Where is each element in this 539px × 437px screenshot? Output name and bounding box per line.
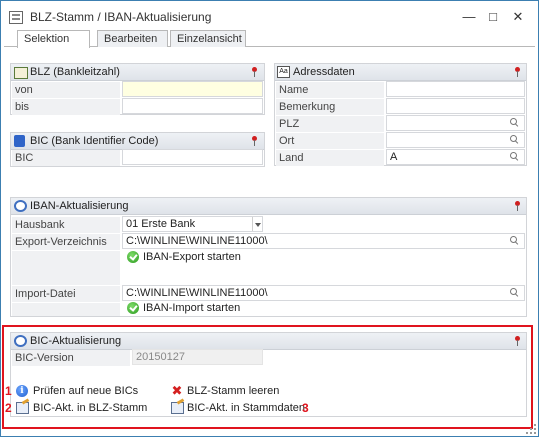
tab-selektion[interactable]: Selektion xyxy=(17,30,90,48)
tab-label: Bearbeiten xyxy=(104,33,158,45)
search-icon[interactable] xyxy=(510,236,519,245)
von-label: von xyxy=(12,82,120,98)
export-label-fill xyxy=(12,251,120,285)
search-icon[interactable] xyxy=(510,118,519,127)
bemerkung-label: Bemerkung xyxy=(276,99,384,115)
bic-input[interactable] xyxy=(122,149,263,165)
plz-label: PLZ xyxy=(276,116,384,132)
iban-import-button[interactable]: IBAN-Import starten xyxy=(143,301,240,315)
bank-code-icon xyxy=(14,67,28,79)
search-icon[interactable] xyxy=(510,135,519,144)
chevron-down-icon[interactable] xyxy=(252,217,262,231)
bemerkung-input[interactable] xyxy=(386,98,525,114)
window-title: BLZ-Stamm / IBAN-Aktualisierung xyxy=(30,10,212,24)
pin-icon[interactable] xyxy=(514,201,522,211)
name-label: Name xyxy=(276,82,384,98)
import-label-fill xyxy=(12,303,120,316)
export-label: Export-Verzeichnis xyxy=(12,234,120,250)
resize-grip[interactable] xyxy=(526,424,536,434)
import-label: Import-Datei xyxy=(12,286,120,302)
ort-label: Ort xyxy=(276,133,384,149)
hausbank-label: Hausbank xyxy=(12,217,120,233)
tab-bearbeiten[interactable]: Bearbeiten xyxy=(97,30,168,47)
address-card-icon: Aa xyxy=(277,66,290,78)
play-icon[interactable] xyxy=(127,302,139,314)
maximize-button[interactable]: □ xyxy=(482,7,504,27)
minimize-button[interactable]: — xyxy=(458,7,480,27)
tab-label: Einzelansicht xyxy=(177,33,242,45)
ort-input[interactable] xyxy=(386,132,525,148)
tab-einzelansicht[interactable]: Einzelansicht xyxy=(170,30,246,47)
plz-input[interactable] xyxy=(386,115,525,131)
search-icon[interactable] xyxy=(510,288,519,297)
blz-bis-input[interactable] xyxy=(122,98,263,114)
name-input[interactable] xyxy=(386,81,525,97)
land-input[interactable]: A xyxy=(386,149,525,165)
iban-export-button[interactable]: IBAN-Export starten xyxy=(143,250,241,264)
iban-group-title: IBAN-Aktualisierung xyxy=(30,200,129,212)
pin-icon[interactable] xyxy=(514,67,522,77)
highlight-frame xyxy=(2,325,533,429)
blz-von-input[interactable] xyxy=(122,81,263,97)
hausbank-select[interactable]: 01 Erste Bank xyxy=(122,216,263,232)
play-icon[interactable] xyxy=(127,251,139,263)
adressdaten-group-title: Adressdaten xyxy=(293,66,355,78)
bic-label: BIC xyxy=(12,150,120,166)
import-path-input[interactable]: C:\WINLINE\WINLINE11000\ xyxy=(122,285,525,301)
search-icon[interactable] xyxy=(510,152,519,161)
land-label: Land xyxy=(276,150,384,166)
bic-group-title: BIC (Bank Identifier Code) xyxy=(30,135,159,147)
window-icon xyxy=(9,11,23,24)
export-path-input[interactable]: C:\WINLINE\WINLINE11000\ xyxy=(122,233,525,249)
refresh-icon xyxy=(14,200,27,212)
blz-group-title: BLZ (Bankleitzahl) xyxy=(30,66,120,78)
tab-label: Selektion xyxy=(24,33,70,45)
pin-icon[interactable] xyxy=(251,67,259,77)
close-button[interactable]: ✕ xyxy=(507,7,529,27)
bis-label: bis xyxy=(12,99,120,115)
book-icon xyxy=(14,135,25,147)
pin-icon[interactable] xyxy=(251,136,259,146)
